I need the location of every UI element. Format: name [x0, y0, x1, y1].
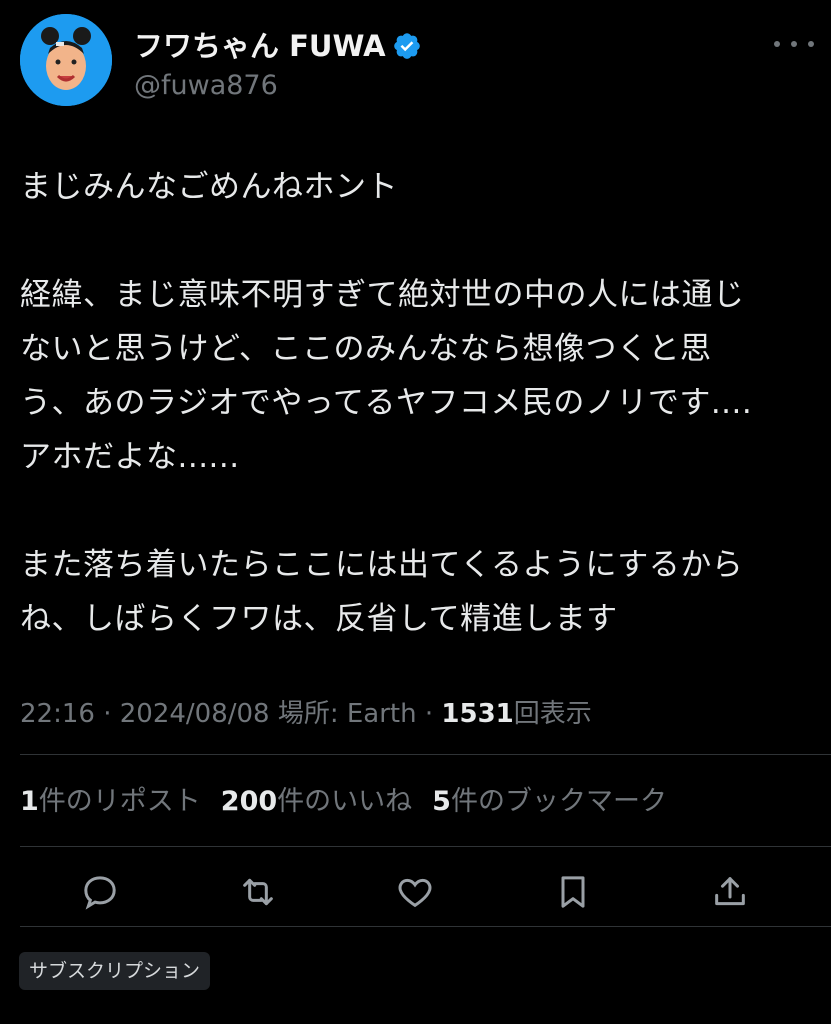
reply-button[interactable]	[76, 868, 124, 916]
tweet-text: まじみんなごめんねホント 経緯、まじ意味不明すぎて絶対世の中の人には通じ ないと…	[20, 160, 820, 646]
tweet-line: ね、しばらくフワは、反省して精進します	[20, 601, 618, 637]
divider	[20, 926, 831, 927]
repost-button[interactable]	[234, 868, 282, 916]
views-label: 回表示	[513, 699, 592, 729]
likes-stat[interactable]: 200件のいいね	[221, 780, 412, 824]
bookmarks-label: 件のブックマーク	[450, 786, 667, 817]
bookmarks-stat[interactable]: 5件のブックマーク	[432, 780, 667, 824]
tweet-line: ないと思うけど、ここのみんななら想像つくと思	[20, 331, 712, 367]
likes-label: 件のいいね	[277, 786, 413, 817]
bookmarks-count: 5	[432, 786, 451, 817]
more-options-icon[interactable]	[774, 34, 814, 54]
share-icon	[715, 877, 745, 906]
meta-separator: ·	[103, 699, 112, 729]
views-count[interactable]: 1531	[441, 699, 513, 729]
divider	[20, 846, 831, 847]
like-button[interactable]	[391, 868, 439, 916]
author-display-name-row[interactable]: フワちゃん FUWA	[134, 28, 422, 64]
tweet-line: う、あのラジオでやってるヤフコメ民のノリです....	[20, 385, 753, 421]
author-names: フワちゃん FUWA @fuwa876	[134, 28, 422, 102]
tweet-time[interactable]: 22:16	[20, 699, 95, 729]
engagement-stats: 1件のリポスト 200件のいいね 5件のブックマーク	[20, 780, 667, 824]
bookmark-button[interactable]	[549, 868, 597, 916]
subscription-button[interactable]: サブスクリプション	[19, 952, 211, 990]
author-display-name[interactable]: フワちゃん FUWA	[134, 28, 386, 64]
verified-badge-icon	[393, 33, 420, 59]
tweet-location: 場所: Earth	[277, 699, 417, 729]
author-handle[interactable]: @fuwa876	[134, 70, 422, 102]
like-icon	[398, 878, 432, 908]
reposts-label: 件のリポスト	[38, 786, 201, 817]
tweet-line: また落ち着いたらここには出てくるようにするから	[20, 547, 744, 583]
tweet-line: まじみんなごめんねホント	[20, 169, 398, 205]
avatar-image	[20, 14, 112, 106]
avatar[interactable]	[20, 14, 112, 106]
tweet-meta: 22:16 · 2024/08/08 場所: Earth · 1531回表示	[20, 694, 592, 734]
meta-separator: ·	[424, 699, 434, 729]
reposts-count: 1	[20, 786, 39, 817]
bookmark-icon	[561, 876, 585, 908]
action-bar	[0, 860, 831, 924]
tweet-date[interactable]: 2024/08/08	[120, 699, 270, 729]
divider	[20, 754, 831, 755]
reply-icon	[84, 876, 116, 910]
tweet-line: アホだよな......	[20, 439, 240, 475]
tweet-line: 経緯、まじ意味不明すぎて絶対世の中の人には通じ	[20, 277, 745, 313]
reposts-stat[interactable]: 1件のリポスト	[20, 780, 201, 824]
likes-count: 200	[220, 786, 278, 817]
repost-icon	[243, 878, 273, 906]
share-button[interactable]	[706, 868, 754, 916]
tweet-header: フワちゃん FUWA @fuwa876	[20, 14, 820, 110]
